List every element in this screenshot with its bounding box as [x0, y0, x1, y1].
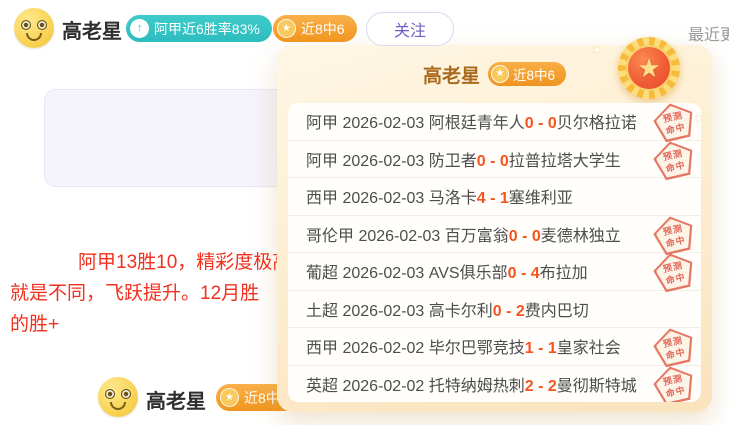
prediction-hit-stamp: 预测命中 — [650, 324, 697, 369]
match-score: 0 - 4 — [508, 265, 540, 282]
match-date: 2026-02-03 — [342, 265, 424, 282]
prediction-hit-stamp: 预测命中 — [650, 362, 697, 402]
match-league: 阿甲 — [306, 115, 338, 132]
match-league: 土超 — [306, 303, 338, 320]
match-row[interactable]: 西甲 2026-02-02 毕尔巴鄂竞技1 - 1皇家社会 预测命中 — [288, 328, 701, 366]
avatar-mouth-icon — [110, 402, 126, 410]
match-home: 阿根廷青年人 — [429, 115, 525, 132]
winrate-badge: ↑ 阿甲近6胜率83% — [126, 15, 272, 42]
prediction-hit-stamp: 预测命中 — [650, 103, 697, 144]
match-away: 曼彻斯特城 — [557, 378, 637, 395]
match-row[interactable]: 葡超 2026-02-03 AVS俱乐部0 - 4布拉加 预测命中 — [288, 253, 701, 291]
author-name[interactable]: 高老星 — [62, 15, 122, 44]
match-score: 0 - 2 — [493, 303, 525, 320]
popup-header: 高老星 ★ 近8中6 ✦ ✦ ★ — [277, 45, 712, 103]
match-score: 1 - 1 — [525, 340, 557, 357]
star-icon: ★ — [277, 19, 296, 38]
match-date: 2026-02-02 — [342, 340, 424, 357]
match-date: 2026-02-03 — [342, 190, 424, 207]
match-score: 0 - 0 — [525, 115, 557, 132]
match-away: 费内巴切 — [525, 303, 589, 320]
match-date: 2026-02-03 — [342, 115, 424, 132]
match-home: 防卫者 — [429, 153, 477, 170]
author-bar: 高老星 ↑ 阿甲近6胜率83% ★ 近8中6 关注 最近更新 — [0, 0, 729, 50]
match-away: 布拉加 — [540, 265, 588, 282]
prediction-popup: 高老星 ★ 近8中6 ✦ ✦ ★ 阿甲 2026-02-03 阿根廷青年人0 -… — [277, 45, 712, 412]
prediction-hit-stamp: 预测命中 — [650, 212, 697, 257]
match-date: 2026-02-03 — [358, 228, 440, 245]
match-away: 塞维利亚 — [509, 190, 573, 207]
prediction-hit-stamp: 预测命中 — [650, 137, 697, 182]
match-date: 2026-02-02 — [342, 378, 424, 395]
up-arrow-icon: ↑ — [130, 19, 149, 38]
avatar-mouth-icon — [26, 33, 42, 41]
author-avatar[interactable] — [14, 8, 54, 48]
popup-author-name: 高老星 — [423, 61, 480, 88]
match-row[interactable]: 土超 2026-02-03 高卡尔利0 - 2费内巴切 — [288, 291, 701, 329]
match-row[interactable]: 西甲 2026-02-03 马洛卡4 - 1塞维利亚 — [288, 178, 701, 216]
prediction-hit-stamp: 预测命中 — [650, 249, 697, 294]
match-score: 0 - 0 — [477, 153, 509, 170]
match-row[interactable]: 阿甲 2026-02-03 阿根廷青年人0 - 0贝尔格拉诺 预测命中 — [288, 103, 701, 141]
match-score: 0 - 0 — [509, 228, 541, 245]
streak-badge-label: 近8中6 — [301, 19, 345, 39]
author-avatar[interactable] — [98, 377, 138, 417]
avatar-eye-icon — [37, 20, 47, 30]
sparkle-icon: ✦ — [693, 111, 704, 127]
star-icon: ★ — [220, 388, 239, 407]
match-away: 麦德林独立 — [541, 228, 621, 245]
match-home: 毕尔巴鄂竞技 — [429, 340, 525, 357]
match-league: 西甲 — [306, 340, 338, 357]
match-row[interactable]: 哥伦甲 2026-02-03 百万富翁0 - 0麦德林独立 预测命中 — [288, 216, 701, 254]
match-home: 马洛卡 — [429, 190, 477, 207]
avatar-eye-icon — [105, 389, 115, 399]
match-away: 拉普拉塔大学生 — [509, 153, 621, 170]
match-score: 4 - 1 — [477, 190, 509, 207]
follow-button[interactable]: 关注 — [366, 12, 454, 46]
winrate-badge-label: 阿甲近6胜率83% — [154, 19, 260, 39]
match-list: 阿甲 2026-02-03 阿根廷青年人0 - 0贝尔格拉诺 预测命中 阿甲 2… — [288, 103, 701, 402]
match-home: 托特纳姆热刺 — [429, 378, 525, 395]
match-home: 高卡尔利 — [429, 303, 493, 320]
match-home: AVS俱乐部 — [429, 265, 508, 282]
match-date: 2026-02-03 — [342, 153, 424, 170]
match-row[interactable]: 英超 2026-02-02 托特纳姆热刺2 - 2曼彻斯特城 预测命中 — [288, 366, 701, 403]
star-icon: ★ — [491, 65, 509, 83]
match-league: 阿甲 — [306, 153, 338, 170]
streak-badge-label: 近8中6 — [513, 64, 555, 84]
streak-badge: ★ 近8中6 — [273, 15, 357, 42]
medal-inner-icon: ★ — [626, 45, 672, 91]
match-league: 西甲 — [306, 190, 338, 207]
medal-star-icon: ★ — [637, 55, 660, 81]
avatar-eye-icon — [21, 20, 31, 30]
recent-update-link[interactable]: 最近更新 — [688, 21, 729, 45]
match-home: 百万富翁 — [445, 228, 509, 245]
match-away: 贝尔格拉诺 — [557, 115, 637, 132]
page: 阿甲13胜10，精彩度极高 就是不同，飞跃提升。12月胜 的胜+ 高老星 ★ 近… — [0, 0, 729, 425]
avatar-eye-icon — [121, 389, 131, 399]
match-league: 葡超 — [306, 265, 338, 282]
match-score: 2 - 2 — [525, 378, 557, 395]
match-league: 英超 — [306, 378, 338, 395]
match-row[interactable]: 阿甲 2026-02-03 防卫者0 - 0拉普拉塔大学生 预测命中 — [288, 141, 701, 179]
match-league: 哥伦甲 — [306, 228, 354, 245]
match-away: 皇家社会 — [557, 340, 621, 357]
match-date: 2026-02-03 — [342, 303, 424, 320]
streak-badge: ★ 近8中6 — [488, 62, 566, 86]
author-name[interactable]: 高老星 — [146, 385, 206, 414]
